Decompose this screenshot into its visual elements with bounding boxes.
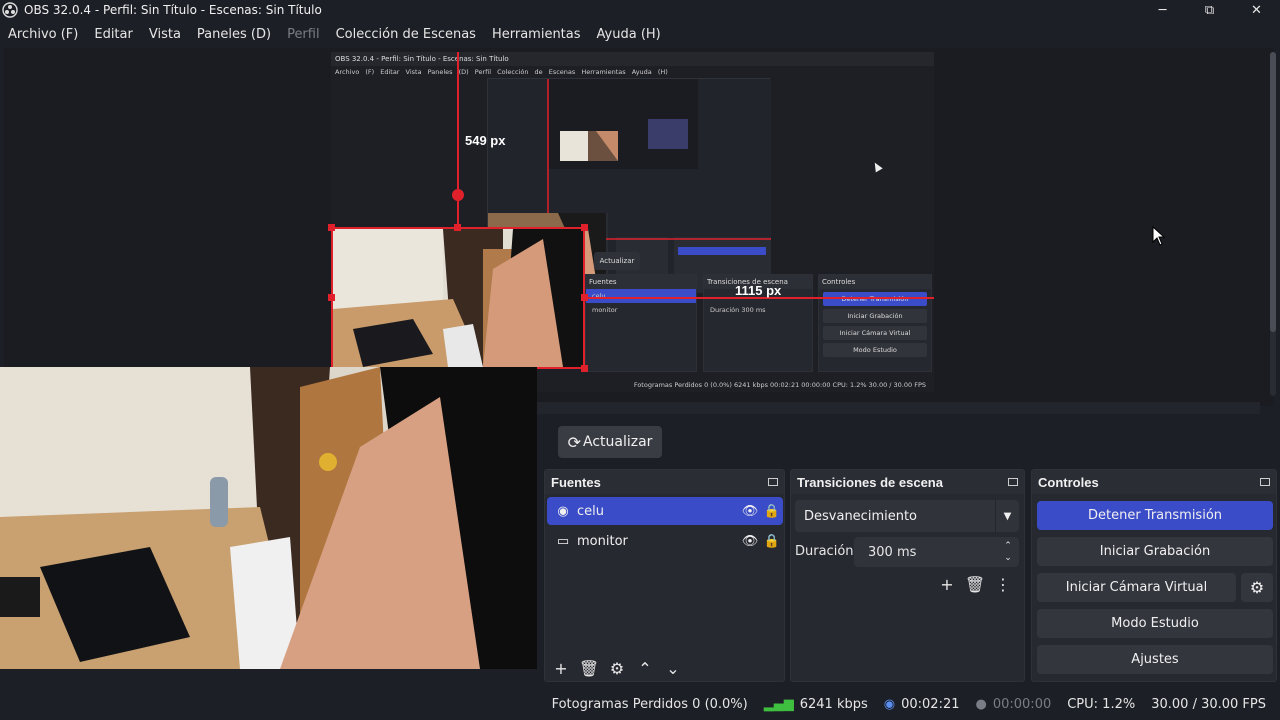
source-item-celu[interactable]: ◉ celu 👁 🔒 bbox=[547, 497, 783, 525]
remove-source-button[interactable]: 🗑 bbox=[575, 654, 603, 682]
stream-time: ◉ 00:02:21 bbox=[883, 696, 960, 712]
nested-window-title: OBS 32.0.4 - Perfil: Sin Título - Escena… bbox=[331, 52, 934, 66]
signal-bars-icon: ▂▄▆ bbox=[763, 696, 794, 712]
window-title: OBS 32.0.4 - Perfil: Sin Título - Escena… bbox=[24, 3, 322, 17]
transition-menu-kebab-icon[interactable]: ⋮ bbox=[989, 570, 1017, 598]
monitor-icon: ▭ bbox=[556, 533, 570, 549]
stop-stream-button[interactable]: Detener Transmisión bbox=[1037, 501, 1273, 530]
undock-icon[interactable] bbox=[768, 478, 778, 486]
menu-perfil[interactable]: Perfil bbox=[279, 27, 328, 42]
decrement-chevron-icon[interactable]: ⌄ bbox=[1004, 552, 1012, 564]
visibility-eye-icon[interactable]: 👁 bbox=[739, 534, 761, 549]
menu-paneles[interactable]: Paneles (D) bbox=[189, 27, 279, 42]
menu-herramientas[interactable]: Herramientas bbox=[484, 27, 589, 42]
visibility-eye-icon[interactable]: 👁 bbox=[739, 504, 761, 519]
move-down-chevron-icon[interactable]: ⌄ bbox=[659, 654, 687, 682]
nested-cursor-icon bbox=[871, 160, 883, 173]
transitions-title: Transiciones de escena bbox=[797, 474, 943, 490]
source-item-monitor[interactable]: ▭ monitor 👁 🔒 bbox=[547, 527, 783, 555]
resize-handle-tr[interactable] bbox=[581, 224, 588, 231]
menu-archivo[interactable]: Archivo (F) bbox=[0, 27, 86, 42]
obs-logo-icon bbox=[2, 2, 18, 18]
nested-refresh-button: Actualizar bbox=[594, 252, 640, 270]
undock-icon[interactable] bbox=[1260, 478, 1270, 486]
nested-menu: Archivo (F) Editar Vista Paneles (D) Per… bbox=[335, 68, 668, 76]
increment-chevron-icon[interactable]: ⌃ bbox=[1004, 540, 1012, 552]
resize-handle-top[interactable] bbox=[454, 224, 461, 231]
source-properties-gear-icon[interactable]: ⚙ bbox=[603, 654, 631, 682]
camera-projector-window bbox=[0, 367, 537, 669]
record-time: ● 00:00:00 bbox=[975, 696, 1052, 712]
start-recording-button[interactable]: Iniciar Grabación bbox=[1037, 537, 1273, 566]
mouse-cursor-icon bbox=[1152, 226, 1166, 246]
start-virtual-camera-button[interactable]: Iniciar Cámara Virtual bbox=[1037, 573, 1236, 602]
camera-icon: ◉ bbox=[557, 503, 569, 519]
fps-status: 30.00 / 30.00 FPS bbox=[1151, 696, 1266, 712]
menu-coleccion-escenas[interactable]: Colección de Escenas bbox=[328, 27, 484, 42]
virtual-camera-settings-gear-icon[interactable]: ⚙ bbox=[1241, 573, 1273, 602]
lock-icon[interactable]: 🔒 bbox=[761, 534, 783, 549]
duration-spinbox[interactable]: 300 ms ⌃ ⌄ bbox=[854, 537, 1019, 567]
refresh-button[interactable]: ⟳ Actualizar bbox=[558, 426, 662, 458]
sources-title: Fuentes bbox=[551, 474, 601, 490]
status-bar: Fotogramas Perdidos 0 (0.0%) ▂▄▆ 6241 kb… bbox=[0, 688, 1280, 720]
title-bar: OBS 32.0.4 - Perfil: Sin Título - Escena… bbox=[0, 0, 1280, 20]
chevron-down-icon: ▼ bbox=[995, 500, 1019, 532]
add-transition-button[interactable]: + bbox=[933, 570, 961, 598]
duration-label: Duración bbox=[795, 544, 854, 559]
transition-select[interactable]: Desvanecimiento ▼ bbox=[795, 500, 1019, 532]
remove-transition-button[interactable]: 🗑 bbox=[961, 570, 989, 598]
guide-distance-right: 1115 px bbox=[735, 283, 782, 298]
transitions-toolbar: + 🗑 ⋮ bbox=[933, 570, 1017, 598]
cpu-usage: CPU: 1.2% bbox=[1067, 696, 1136, 712]
menu-editar[interactable]: Editar bbox=[86, 27, 141, 42]
preview-vertical-scrollbar[interactable] bbox=[1270, 52, 1276, 396]
resize-handle-br[interactable] bbox=[581, 365, 588, 372]
guide-distance-top: 549 px bbox=[465, 133, 506, 148]
sources-toolbar: + 🗑 ⚙ ⌃ ⌄ bbox=[547, 654, 687, 682]
menu-ayuda[interactable]: Ayuda (H) bbox=[589, 27, 669, 42]
minimize-button[interactable]: ─ bbox=[1139, 0, 1186, 20]
add-source-button[interactable]: + bbox=[547, 654, 575, 682]
controls-title: Controles bbox=[1038, 474, 1099, 490]
lock-icon[interactable]: 🔒 bbox=[761, 504, 783, 519]
undock-icon[interactable] bbox=[1008, 478, 1018, 486]
menu-vista[interactable]: Vista bbox=[141, 27, 189, 42]
record-dot-icon: ● bbox=[975, 696, 987, 712]
studio-mode-button[interactable]: Modo Estudio bbox=[1037, 609, 1273, 638]
snap-guide-anchor bbox=[452, 189, 464, 201]
sources-dock: Fuentes ◉ celu 👁 🔒 ▭ monitor 👁 🔒 + 🗑 ⚙ ⌃… bbox=[544, 469, 785, 682]
move-up-chevron-icon[interactable]: ⌃ bbox=[631, 654, 659, 682]
resize-handle-tl[interactable] bbox=[328, 224, 335, 231]
refresh-icon: ⟳ bbox=[567, 432, 581, 452]
live-broadcast-icon: ◉ bbox=[883, 696, 896, 712]
restore-button[interactable]: ⧉ bbox=[1186, 0, 1233, 20]
dropped-frames: Fotogramas Perdidos 0 (0.0%) bbox=[551, 696, 748, 712]
resize-handle-right[interactable] bbox=[581, 294, 588, 301]
nested-sources-dock: Fuentes celu monitor bbox=[585, 274, 697, 372]
resize-handle-left[interactable] bbox=[328, 294, 335, 301]
nested-controls-dock: Controles Detener Transmisión Iniciar Gr… bbox=[818, 274, 932, 372]
close-button[interactable]: ✕ bbox=[1233, 0, 1280, 20]
bitrate-status: ▂▄▆ 6241 kbps bbox=[763, 696, 868, 712]
source-selection-box[interactable] bbox=[331, 227, 585, 369]
menu-bar: Archivo (F) Editar Vista Paneles (D) Per… bbox=[0, 22, 669, 46]
settings-button[interactable]: Ajustes bbox=[1037, 645, 1273, 674]
